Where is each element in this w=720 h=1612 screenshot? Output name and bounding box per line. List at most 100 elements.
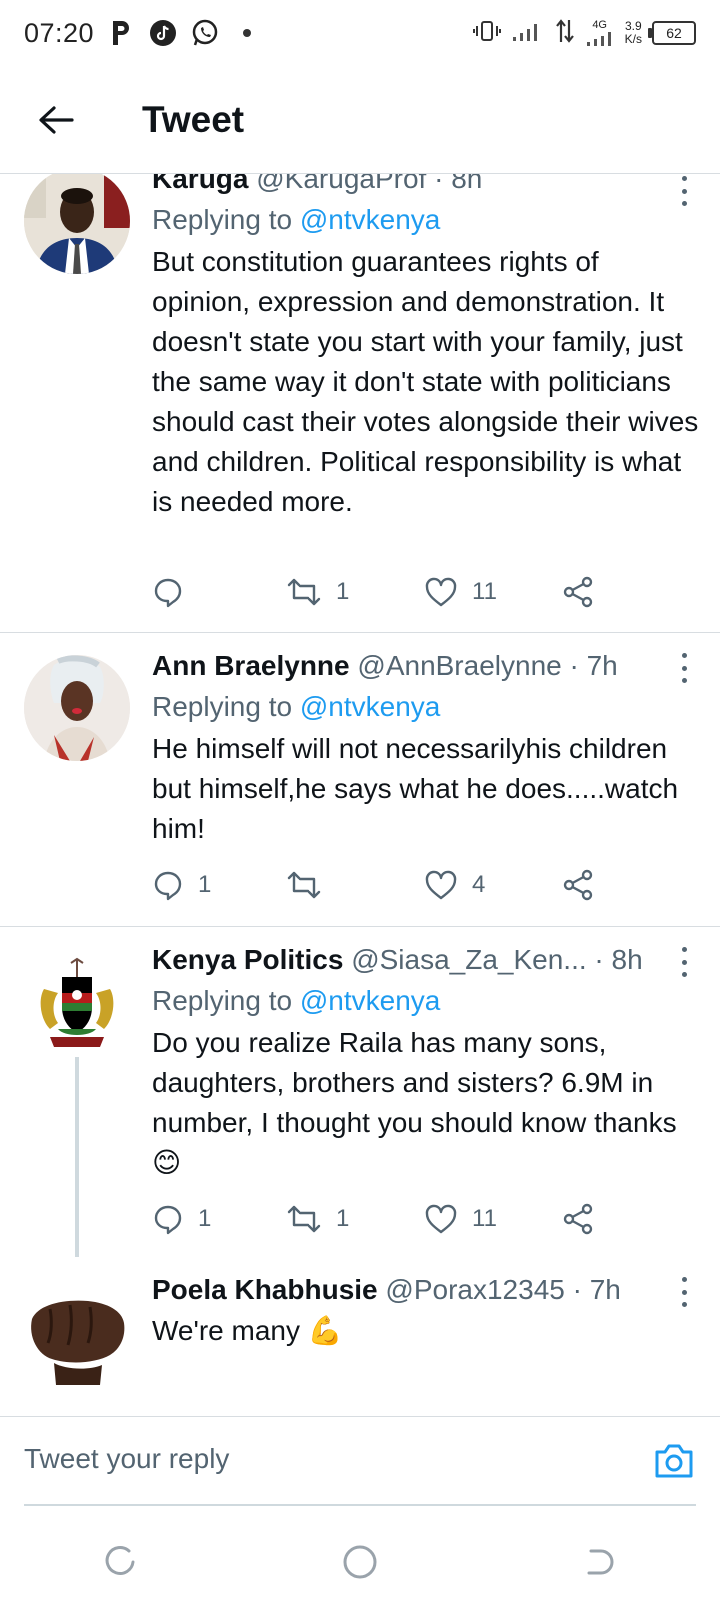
avatar[interactable] bbox=[24, 655, 130, 761]
tweet-actions: 1 11 bbox=[152, 572, 652, 612]
replying-to-mention[interactable]: @ntvkenya bbox=[300, 985, 441, 1016]
tweet-header: Ann Braelynne @AnnBraelynne · 7h bbox=[152, 649, 700, 683]
reply-input-underline bbox=[24, 1504, 696, 1506]
more-options-icon[interactable] bbox=[674, 1277, 694, 1307]
share-icon bbox=[563, 576, 593, 608]
reply-button[interactable]: 1 bbox=[152, 1203, 211, 1235]
replying-to-label: Replying to bbox=[152, 204, 293, 235]
data-transfer-icon bbox=[555, 18, 575, 49]
author-name[interactable]: Karuga bbox=[152, 174, 248, 194]
system-navigation-bar bbox=[0, 1512, 720, 1612]
reply-tweet[interactable]: Kenya Politics @Siasa_Za_Ken... · 8h Rep… bbox=[0, 927, 720, 1257]
page-title: Tweet bbox=[142, 98, 245, 140]
tweet-body: Poela Khabhusie @Porax12345 · 7h We're m… bbox=[152, 1273, 700, 1351]
retweet-button[interactable]: 1 bbox=[286, 1203, 349, 1235]
like-button[interactable]: 4 bbox=[424, 869, 485, 901]
tweet-time: 7h bbox=[586, 650, 618, 681]
retweet-icon bbox=[287, 1205, 321, 1233]
separator-dot: · bbox=[434, 174, 444, 194]
like-button[interactable]: 11 bbox=[424, 576, 497, 608]
replies-feed[interactable]: Karuga @KarugaProf · 8h Replying to @ntv… bbox=[0, 174, 720, 1416]
reply-button[interactable]: 1 bbox=[152, 869, 211, 901]
tweet-text: Do you realize Raila has many sons, daug… bbox=[152, 1027, 677, 1178]
heart-icon bbox=[425, 577, 457, 607]
replying-to-mention[interactable]: @ntvkenya bbox=[300, 691, 441, 722]
tweet-time: 8h bbox=[451, 174, 483, 194]
like-count: 11 bbox=[472, 578, 497, 605]
tweet-time: 8h bbox=[611, 944, 643, 975]
back-button[interactable] bbox=[26, 90, 86, 150]
tweet-header: Poela Khabhusie @Porax12345 · 7h bbox=[152, 1273, 700, 1307]
vibrate-icon bbox=[472, 19, 501, 48]
share-button[interactable] bbox=[562, 1203, 594, 1235]
thread-connector bbox=[75, 1057, 79, 1257]
network-speed-unit: K/s bbox=[624, 32, 642, 46]
tweet-header: Karuga @KarugaProf · 8h bbox=[152, 174, 700, 196]
like-count: 11 bbox=[472, 1205, 497, 1232]
author-handle[interactable]: @AnnBraelynne bbox=[357, 650, 561, 681]
reply-input[interactable]: Tweet your reply bbox=[24, 1443, 229, 1475]
home-circle-icon bbox=[343, 1545, 377, 1579]
whatsapp-icon bbox=[190, 18, 220, 48]
home-button[interactable] bbox=[330, 1532, 390, 1592]
tweet-header: Kenya Politics @Siasa_Za_Ken... · 8h bbox=[152, 943, 700, 977]
camera-button[interactable] bbox=[652, 1439, 696, 1483]
reply-composer: Tweet your reply bbox=[0, 1416, 720, 1512]
network-speed: 3.9 K/s bbox=[625, 20, 642, 46]
status-time: 07:20 bbox=[24, 17, 95, 48]
retweet-count: 1 bbox=[336, 578, 350, 605]
retweet-icon bbox=[287, 871, 321, 899]
reply-button[interactable] bbox=[152, 576, 198, 608]
battery-icon: 62 bbox=[648, 21, 696, 45]
share-button[interactable] bbox=[562, 869, 594, 901]
tweet-body: Ann Braelynne @AnnBraelynne · 7h Replyin… bbox=[152, 649, 700, 849]
network-type-label: 4G bbox=[592, 18, 607, 31]
author-name[interactable]: Poela Khabhusie bbox=[152, 1274, 378, 1305]
network-4g-indicator: 4G bbox=[585, 18, 615, 47]
page-header: Tweet bbox=[0, 66, 720, 174]
reply-count: 1 bbox=[198, 1205, 212, 1232]
signal-icon bbox=[511, 19, 545, 48]
replying-to: Replying to @ntvkenya bbox=[152, 202, 700, 238]
author-handle[interactable]: @KarugaProf bbox=[256, 174, 426, 194]
reply-tweet[interactable]: Poela Khabhusie @Porax12345 · 7h We're m… bbox=[0, 1257, 720, 1416]
recent-apps-button[interactable] bbox=[90, 1532, 150, 1592]
back-nav-icon bbox=[587, 1549, 614, 1575]
heart-icon bbox=[425, 870, 457, 900]
retweet-button[interactable] bbox=[286, 869, 336, 901]
back-nav-button[interactable] bbox=[570, 1532, 630, 1592]
retweet-icon bbox=[287, 578, 321, 606]
tweet-time: 7h bbox=[589, 1274, 621, 1305]
replying-to: Replying to @ntvkenya bbox=[152, 983, 700, 1019]
more-options-icon[interactable] bbox=[674, 653, 694, 683]
author-name[interactable]: Ann Braelynne bbox=[152, 650, 350, 681]
battery-level: 62 bbox=[666, 25, 682, 41]
replying-to: Replying to @ntvkenya bbox=[152, 689, 700, 725]
share-icon bbox=[563, 869, 593, 901]
more-options-icon[interactable] bbox=[674, 176, 694, 206]
tweet-body: Kenya Politics @Siasa_Za_Ken... · 8h Rep… bbox=[152, 943, 700, 1183]
author-handle[interactable]: @Porax12345 bbox=[385, 1274, 564, 1305]
avatar[interactable] bbox=[24, 174, 130, 274]
author-name[interactable]: Kenya Politics bbox=[152, 944, 343, 975]
replying-to-mention[interactable]: @ntvkenya bbox=[300, 204, 441, 235]
share-icon bbox=[563, 1203, 593, 1235]
author-handle[interactable]: @Siasa_Za_Ken... bbox=[351, 944, 586, 975]
recent-apps-icon bbox=[105, 1546, 135, 1575]
avatar[interactable] bbox=[24, 1279, 130, 1385]
coat-of-arms-icon bbox=[24, 949, 130, 1055]
arrow-left-icon bbox=[39, 105, 74, 134]
reply-tweet[interactable]: Karuga @KarugaProf · 8h Replying to @ntv… bbox=[0, 174, 720, 632]
like-button[interactable]: 11 bbox=[424, 1203, 497, 1235]
separator-dot: · bbox=[569, 650, 579, 681]
more-options-icon[interactable] bbox=[674, 947, 694, 977]
share-button[interactable] bbox=[562, 576, 594, 608]
camera-icon bbox=[655, 1444, 693, 1478]
retweet-button[interactable]: 1 bbox=[286, 576, 349, 608]
reply-count: 1 bbox=[198, 871, 212, 898]
separator-dot: · bbox=[572, 1274, 582, 1305]
notification-dot-icon bbox=[232, 18, 262, 48]
reply-tweet[interactable]: Ann Braelynne @AnnBraelynne · 7h Replyin… bbox=[0, 633, 720, 926]
replying-to-label: Replying to bbox=[152, 691, 293, 722]
avatar[interactable] bbox=[24, 949, 130, 1055]
